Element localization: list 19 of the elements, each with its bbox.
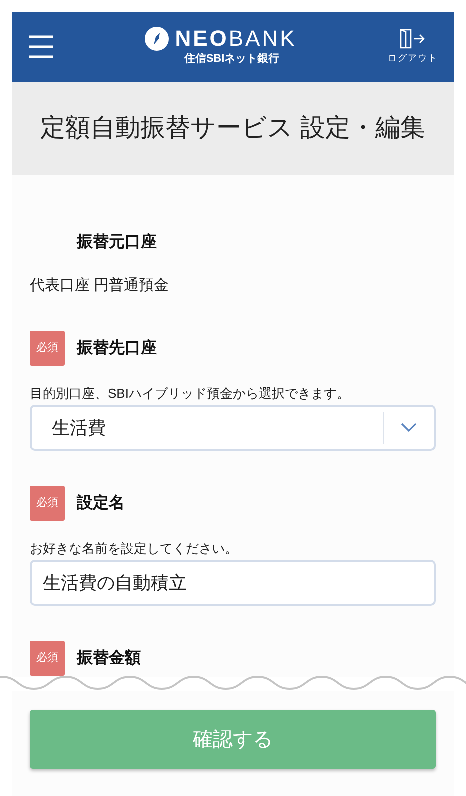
field-label: 振替元口座 bbox=[77, 232, 157, 252]
chevron-down-icon bbox=[401, 423, 417, 433]
page-title: 定額自動振替サービス 設定・編集 bbox=[40, 112, 426, 144]
required-badge: 必須 bbox=[30, 486, 65, 521]
door-arrow-icon bbox=[398, 28, 427, 50]
required-badge: 必須 bbox=[30, 641, 65, 676]
field-label: 振替金額 bbox=[77, 648, 141, 668]
bank-logo: NEO BANK 住信SBIネット銀行 bbox=[145, 27, 297, 67]
field-value: 代表口座 円普通預金 bbox=[30, 276, 170, 296]
field-label: 設定名 bbox=[77, 493, 125, 514]
logo-mark-icon bbox=[145, 27, 170, 51]
input-field[interactable]: 生活費の自動積立 bbox=[30, 560, 436, 606]
logout-button[interactable]: ログアウト bbox=[388, 28, 438, 66]
required-badge: 必須 bbox=[30, 331, 65, 366]
field-hint: お好きな名前を設定してください。 bbox=[30, 540, 238, 558]
field-hint: 目的別口座、SBIハイブリッド預金から選択できます。 bbox=[30, 385, 350, 403]
menu-icon[interactable] bbox=[28, 35, 54, 59]
field-label: 振替先口座 bbox=[77, 338, 157, 358]
select-field[interactable]: 生活費 bbox=[30, 405, 436, 451]
